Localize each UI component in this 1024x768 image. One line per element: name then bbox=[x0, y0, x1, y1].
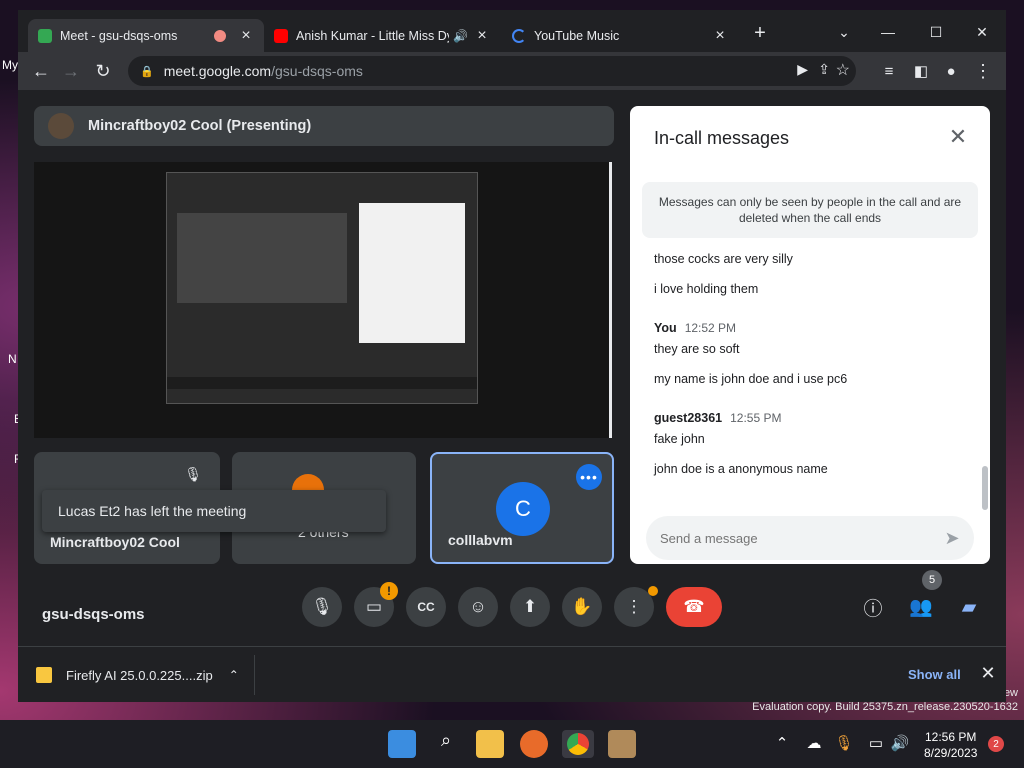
meeting-code: gsu-dsqs-oms bbox=[42, 606, 145, 623]
message-text: my name is john doe and i use pc6 bbox=[654, 372, 848, 386]
clock[interactable]: 12:56 PM 8/29/2023 bbox=[924, 729, 977, 761]
shared-screen-content bbox=[166, 172, 478, 404]
message-header: guest28361 12:55 PM bbox=[654, 411, 782, 425]
share-icon[interactable]: ⇪ bbox=[818, 61, 830, 78]
taskbar: ⌕ ⌃ ☁ 🎙 ▭ 🔊 12:56 PM 8/29/2023 2 bbox=[0, 720, 1024, 768]
tab-youtube-music[interactable]: YouTube Music × bbox=[502, 19, 738, 52]
firefox-icon[interactable] bbox=[520, 730, 548, 758]
volume-icon[interactable]: 🔊 bbox=[890, 734, 910, 752]
send-icon[interactable]: ➤ bbox=[940, 526, 964, 550]
camera-icon[interactable]: ▶ bbox=[797, 61, 808, 78]
browser-window: Meet - gsu-dsqs-oms × Anish Kumar - Litt… bbox=[18, 10, 1006, 702]
more-options-dot bbox=[648, 586, 658, 596]
chat-scrollbar[interactable] bbox=[982, 466, 988, 510]
tab-youtube[interactable]: Anish Kumar - Little Miss Dy 🔊 × bbox=[264, 19, 500, 52]
participant-avatar: C bbox=[496, 482, 550, 536]
camera-warning-badge: ! bbox=[380, 582, 398, 600]
mic-button[interactable]: 🎙 bbox=[302, 587, 342, 627]
nested-screen-preview bbox=[177, 213, 347, 303]
download-item[interactable]: Firefly AI 25.0.0.225....zip ⌃ bbox=[36, 661, 239, 689]
desktop-icon-label[interactable]: N bbox=[8, 352, 17, 366]
bookmark-star-icon[interactable]: ☆ bbox=[836, 60, 850, 80]
maximize-button[interactable]: ☐ bbox=[914, 18, 958, 46]
speaker-icon[interactable]: 🔊 bbox=[453, 29, 468, 43]
present-screen-button[interactable]: ⬆ bbox=[510, 587, 550, 627]
nested-chat-preview bbox=[359, 203, 465, 343]
meet-favicon-icon bbox=[38, 28, 52, 43]
chat-icon[interactable]: ▰ bbox=[952, 590, 986, 624]
send-message-input[interactable] bbox=[660, 528, 930, 548]
address-bar[interactable]: 🔒 meet.google.com/gsu-dsqs-oms ▶ ⇪ ☆ bbox=[128, 56, 856, 86]
people-icon[interactable]: 👥 bbox=[904, 590, 938, 624]
close-icon[interactable]: ✕ bbox=[944, 124, 972, 150]
chrome-icon[interactable] bbox=[562, 730, 594, 758]
message-text: i love holding them bbox=[654, 282, 759, 296]
media-queue-icon[interactable]: ≡ bbox=[874, 56, 904, 86]
profile-icon[interactable]: ● bbox=[936, 56, 966, 86]
package-icon[interactable] bbox=[608, 730, 636, 758]
mic-muted-icon: 🎙 bbox=[184, 466, 202, 482]
tab-close-icon[interactable]: × bbox=[238, 27, 254, 45]
message-list: those cocks are very silly i love holdin… bbox=[654, 250, 974, 490]
presenter-avatar bbox=[48, 113, 74, 139]
tab-close-icon[interactable]: × bbox=[712, 27, 728, 45]
emoji-button[interactable]: ☺ bbox=[458, 587, 498, 627]
browser-toolbar: ← → ↻ 🔒 meet.google.com/gsu-dsqs-oms ▶ ⇪… bbox=[18, 52, 1006, 90]
menu-kebab-icon[interactable]: ⋮ bbox=[968, 56, 998, 86]
tab-search-button[interactable]: ⌄ bbox=[822, 18, 866, 46]
side-panel-icon[interactable]: ◧ bbox=[906, 56, 936, 86]
message-text: those cocks are very silly bbox=[654, 252, 793, 266]
tab-meet[interactable]: Meet - gsu-dsqs-oms × bbox=[28, 19, 264, 52]
more-options-icon[interactable]: ••• bbox=[576, 464, 602, 490]
file-explorer-icon[interactable] bbox=[476, 730, 504, 758]
message-header: You 12:52 PM bbox=[654, 321, 737, 335]
loading-spinner-icon bbox=[512, 28, 526, 43]
chevron-up-icon[interactable]: ⌃ bbox=[229, 668, 239, 682]
divider bbox=[254, 655, 255, 695]
info-icon[interactable]: ⓘ bbox=[856, 590, 890, 624]
presenting-banner: Mincraftboy02 Cool (Presenting) bbox=[34, 106, 614, 146]
back-icon[interactable]: ← bbox=[26, 56, 56, 86]
raise-hand-button[interactable]: ✋ bbox=[562, 587, 602, 627]
desktop-icon-label[interactable]: My bbox=[2, 58, 18, 72]
close-window-button[interactable]: ✕ bbox=[960, 18, 1004, 46]
tab-close-icon[interactable]: × bbox=[474, 27, 490, 45]
message-text: fake john bbox=[654, 432, 705, 446]
chevron-up-icon[interactable]: ⌃ bbox=[772, 734, 792, 752]
in-call-messages-panel: In-call messages ✕ Messages can only be … bbox=[630, 106, 990, 564]
message-text: they are so soft bbox=[654, 342, 740, 356]
nested-taskbar bbox=[167, 377, 477, 389]
show-all-button[interactable]: Show all bbox=[908, 667, 961, 682]
left-meeting-toast: Lucas Et2 has left the meeting bbox=[42, 490, 386, 532]
zip-file-icon bbox=[36, 667, 52, 683]
captions-button[interactable]: CC bbox=[406, 587, 446, 627]
shared-screen[interactable] bbox=[34, 162, 612, 438]
chat-input-box: ➤ bbox=[646, 516, 974, 560]
recording-icon bbox=[214, 29, 226, 42]
search-icon[interactable]: ⌕ bbox=[432, 730, 460, 758]
message-text: john doe is a anonymous name bbox=[654, 462, 828, 476]
start-icon[interactable] bbox=[388, 730, 416, 758]
close-icon[interactable]: ✕ bbox=[978, 663, 998, 684]
forward-icon[interactable]: → bbox=[56, 56, 86, 86]
reload-icon[interactable]: ↻ bbox=[88, 56, 118, 86]
new-tab-button[interactable]: + bbox=[746, 22, 774, 45]
minimize-button[interactable]: — bbox=[866, 18, 910, 46]
lock-icon: 🔒 bbox=[140, 65, 154, 78]
tab-strip: Meet - gsu-dsqs-oms × Anish Kumar - Litt… bbox=[18, 10, 1006, 52]
microphone-icon[interactable]: 🎙 bbox=[834, 734, 854, 752]
chat-title: In-call messages bbox=[654, 128, 790, 148]
youtube-favicon-icon bbox=[274, 28, 288, 43]
people-count-badge: 5 bbox=[922, 570, 942, 590]
chat-notice: Messages can only be seen by people in t… bbox=[642, 182, 978, 238]
cloud-off-icon[interactable]: ☁ bbox=[804, 734, 824, 752]
meet-controls: gsu-dsqs-oms 🎙 ▭ ! CC ☺ ⬆ ✋ ⋮ ☎ ⓘ 👥 5 ▰ bbox=[18, 570, 1006, 646]
download-bar: Firefly AI 25.0.0.225....zip ⌃ Show all … bbox=[18, 646, 1006, 702]
notification-badge[interactable]: 2 bbox=[988, 736, 1004, 752]
participant-tile[interactable]: C ••• colllabvm bbox=[430, 452, 614, 564]
leave-call-button[interactable]: ☎ bbox=[666, 587, 722, 627]
network-icon[interactable]: ▭ bbox=[866, 734, 886, 752]
meet-content: Mincraftboy02 Cool (Presenting) 🎙 Mincra… bbox=[18, 90, 1006, 646]
